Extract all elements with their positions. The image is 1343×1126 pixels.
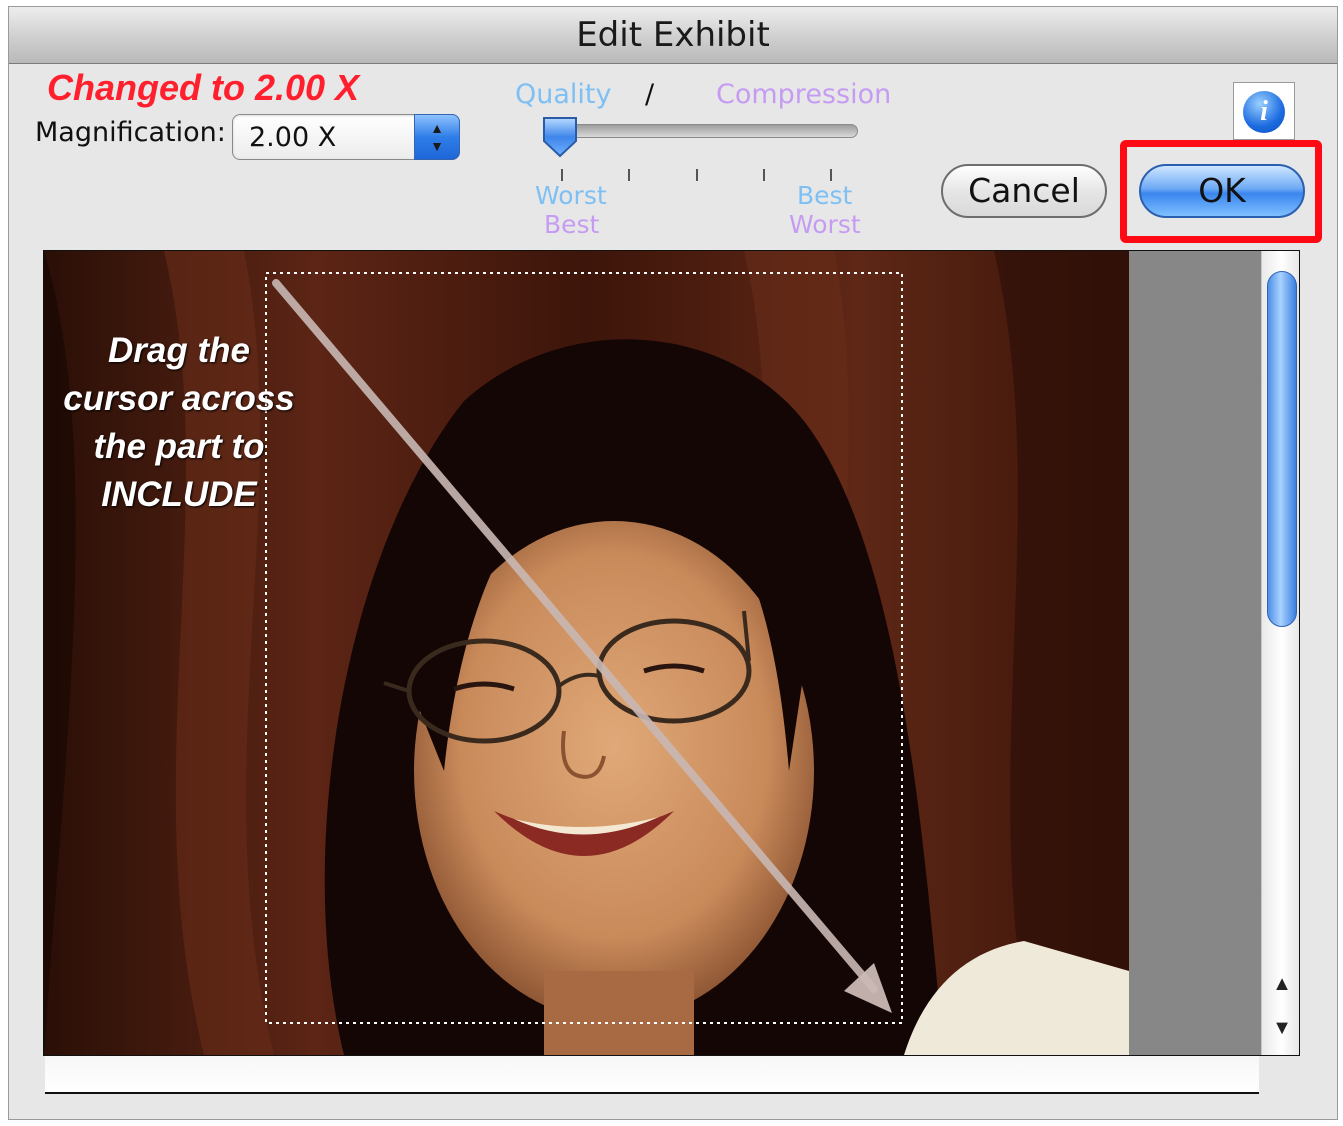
slider-tick — [628, 169, 630, 181]
slider-tick — [763, 169, 765, 181]
slider-tick — [696, 169, 698, 181]
scale-right-quality: Best — [797, 181, 853, 210]
quality-slider-track[interactable] — [544, 124, 858, 138]
quality-separator: / — [645, 79, 655, 110]
window-title: Edit Exhibit — [9, 7, 1337, 64]
compression-label: Compression — [716, 79, 892, 110]
slider-tick — [830, 169, 832, 181]
scale-left-compression: Best — [544, 210, 600, 239]
scale-right-compression: Worst — [789, 210, 861, 239]
scroll-thumb[interactable] — [1267, 271, 1297, 627]
scroll-down-arrow-icon[interactable]: ▼ — [1262, 1017, 1299, 1040]
select-arrows-icon[interactable]: ▲ ▼ — [414, 114, 460, 160]
preview-gray-margin — [1129, 251, 1261, 1055]
magnification-label: Magnification: — [35, 117, 226, 148]
horizontal-scrollbar[interactable] — [45, 1056, 1259, 1094]
edit-exhibit-window: Edit Exhibit Changed to 2.00 X Magnifica… — [8, 6, 1338, 1120]
slider-tick — [561, 169, 563, 181]
exhibit-preview[interactable]: Drag the cursor across the part to INCLU… — [43, 250, 1300, 1056]
scroll-up-arrow-icon[interactable]: ▲ — [1262, 973, 1299, 996]
annotation-changed-text: Changed to 2.00 X — [47, 67, 360, 108]
info-icon: i — [1243, 91, 1285, 133]
quality-label: Quality — [515, 79, 612, 110]
instruction-text: Drag the cursor across the part to INCLU… — [63, 331, 295, 514]
magnification-value: 2.00 X — [249, 122, 337, 153]
quality-slider-knob[interactable] — [540, 115, 580, 159]
info-button[interactable]: i — [1233, 82, 1295, 140]
select-up-arrow-icon: ▲ — [430, 120, 444, 136]
scale-left-quality: Worst — [535, 181, 607, 210]
cancel-button[interactable]: Cancel — [941, 164, 1107, 218]
select-down-arrow-icon: ▼ — [430, 138, 444, 154]
ok-highlight-annotation — [1120, 140, 1322, 243]
magnification-select[interactable]: 2.00 X ▲ ▼ — [232, 114, 460, 160]
vertical-scrollbar[interactable]: ▲ ▼ — [1261, 251, 1299, 1055]
